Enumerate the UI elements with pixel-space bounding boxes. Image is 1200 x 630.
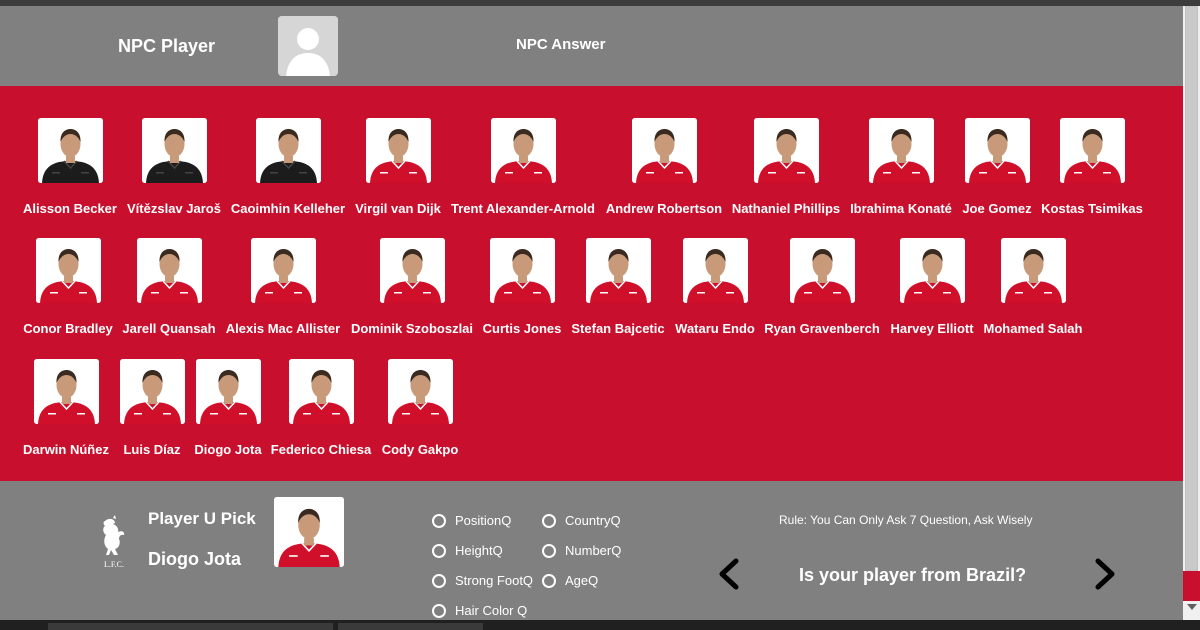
npc-answer-label: NPC Answer: [516, 36, 606, 53]
npc-header: NPC Player NPC Answer: [0, 6, 1183, 86]
picked-player-photo: [274, 497, 344, 567]
taskbar-item[interactable]: [338, 623, 483, 630]
svg-text:L.F.C.: L.F.C.: [104, 560, 124, 569]
game-app: NPC Player NPC Answer Alisson Becker Vít…: [0, 6, 1183, 620]
player-card[interactable]: Kostas Tsimikas: [1012, 118, 1172, 216]
player-name: Andrew Robertson: [605, 201, 723, 216]
current-question: Is your player from Brazil?: [799, 565, 1027, 585]
control-panel: L.F.C. Player U Pick Diogo Jota Position…: [0, 481, 1183, 620]
npc-avatar-placeholder-icon: [278, 16, 338, 76]
player-name: Vítězslav Jaroš: [127, 201, 221, 216]
player-photo[interactable]: [490, 118, 556, 183]
question-option-country[interactable]: CountryQ: [542, 513, 621, 528]
player-name: Trent Alexander-Arnold: [451, 201, 595, 216]
question-option-position[interactable]: PositionQ: [432, 513, 511, 528]
player-grid: Alisson Becker Vítězslav Jaroš Caoimhin …: [0, 86, 1183, 481]
question-label-height: HeightQ: [455, 543, 503, 558]
question-option-strong-foot[interactable]: Strong FootQ: [432, 573, 533, 588]
taskbar: [0, 620, 1200, 630]
scrollbar-thumb[interactable]: [1185, 6, 1198, 571]
picked-player-name: Diogo Jota: [148, 549, 241, 569]
question-option-hair-color[interactable]: Hair Color Q: [432, 603, 527, 618]
npc-player-label: NPC Player: [118, 36, 216, 56]
player-photo[interactable]: [682, 238, 748, 303]
player-card[interactable]: Mohamed Salah: [953, 238, 1113, 336]
question-label-hair-color: Hair Color Q: [455, 603, 528, 618]
question-label-country: CountryQ: [565, 513, 621, 528]
rule-text: Rule: You Can Only Ask 7 Question, Ask W…: [779, 513, 1033, 527]
radio-height[interactable]: [432, 543, 446, 558]
player-name: Alexis Mac Allister: [225, 321, 341, 336]
scroll-down-arrow-icon[interactable]: [1187, 604, 1197, 610]
scrollbar-track-accent: [1183, 571, 1200, 601]
player-photo[interactable]: [365, 118, 431, 183]
player-photo[interactable]: [753, 118, 819, 183]
question-label-position: PositionQ: [455, 513, 512, 528]
player-name: Virgil van Dijk: [355, 201, 441, 216]
question-option-number[interactable]: NumberQ: [542, 543, 621, 558]
player-photo[interactable]: [1059, 118, 1125, 183]
player-photo[interactable]: [631, 118, 697, 183]
question-option-height[interactable]: HeightQ: [432, 543, 503, 558]
player-name: Cody Gakpo: [381, 442, 459, 457]
radio-country[interactable]: [542, 513, 556, 528]
player-name: Mohamed Salah: [983, 321, 1083, 336]
player-photo[interactable]: [255, 118, 321, 183]
question-label-age: AgeQ: [565, 573, 599, 588]
vertical-scrollbar[interactable]: [1183, 6, 1200, 620]
radio-position[interactable]: [432, 513, 446, 528]
question-option-age[interactable]: AgeQ: [542, 573, 598, 588]
question-label-number: NumberQ: [565, 543, 622, 558]
player-photo[interactable]: [250, 238, 316, 303]
chevron-right-icon[interactable]: [1090, 557, 1120, 591]
player-name: Jarell Quansah: [122, 321, 216, 336]
player-name: Kostas Tsimikas: [1041, 201, 1143, 216]
player-photo[interactable]: [387, 359, 453, 424]
radio-number[interactable]: [542, 543, 556, 558]
player-photo[interactable]: [136, 238, 202, 303]
player-photo[interactable]: [37, 118, 103, 183]
question-label-strong-foot: Strong FootQ: [455, 573, 534, 588]
liverbird-logo-icon: L.F.C.: [97, 515, 131, 569]
player-photo[interactable]: [141, 118, 207, 183]
radio-strong-foot[interactable]: [432, 573, 446, 588]
radio-hair-color[interactable]: [432, 603, 446, 618]
player-pick-label: Player U Pick: [148, 509, 256, 528]
chevron-left-icon[interactable]: [714, 557, 744, 591]
player-card[interactable]: Cody Gakpo: [340, 359, 500, 457]
radio-age[interactable]: [542, 573, 556, 588]
player-photo[interactable]: [789, 238, 855, 303]
player-photo[interactable]: [379, 238, 445, 303]
player-photo[interactable]: [1000, 238, 1066, 303]
taskbar-item[interactable]: [48, 623, 333, 630]
player-card[interactable]: Trent Alexander-Arnold: [443, 118, 603, 216]
